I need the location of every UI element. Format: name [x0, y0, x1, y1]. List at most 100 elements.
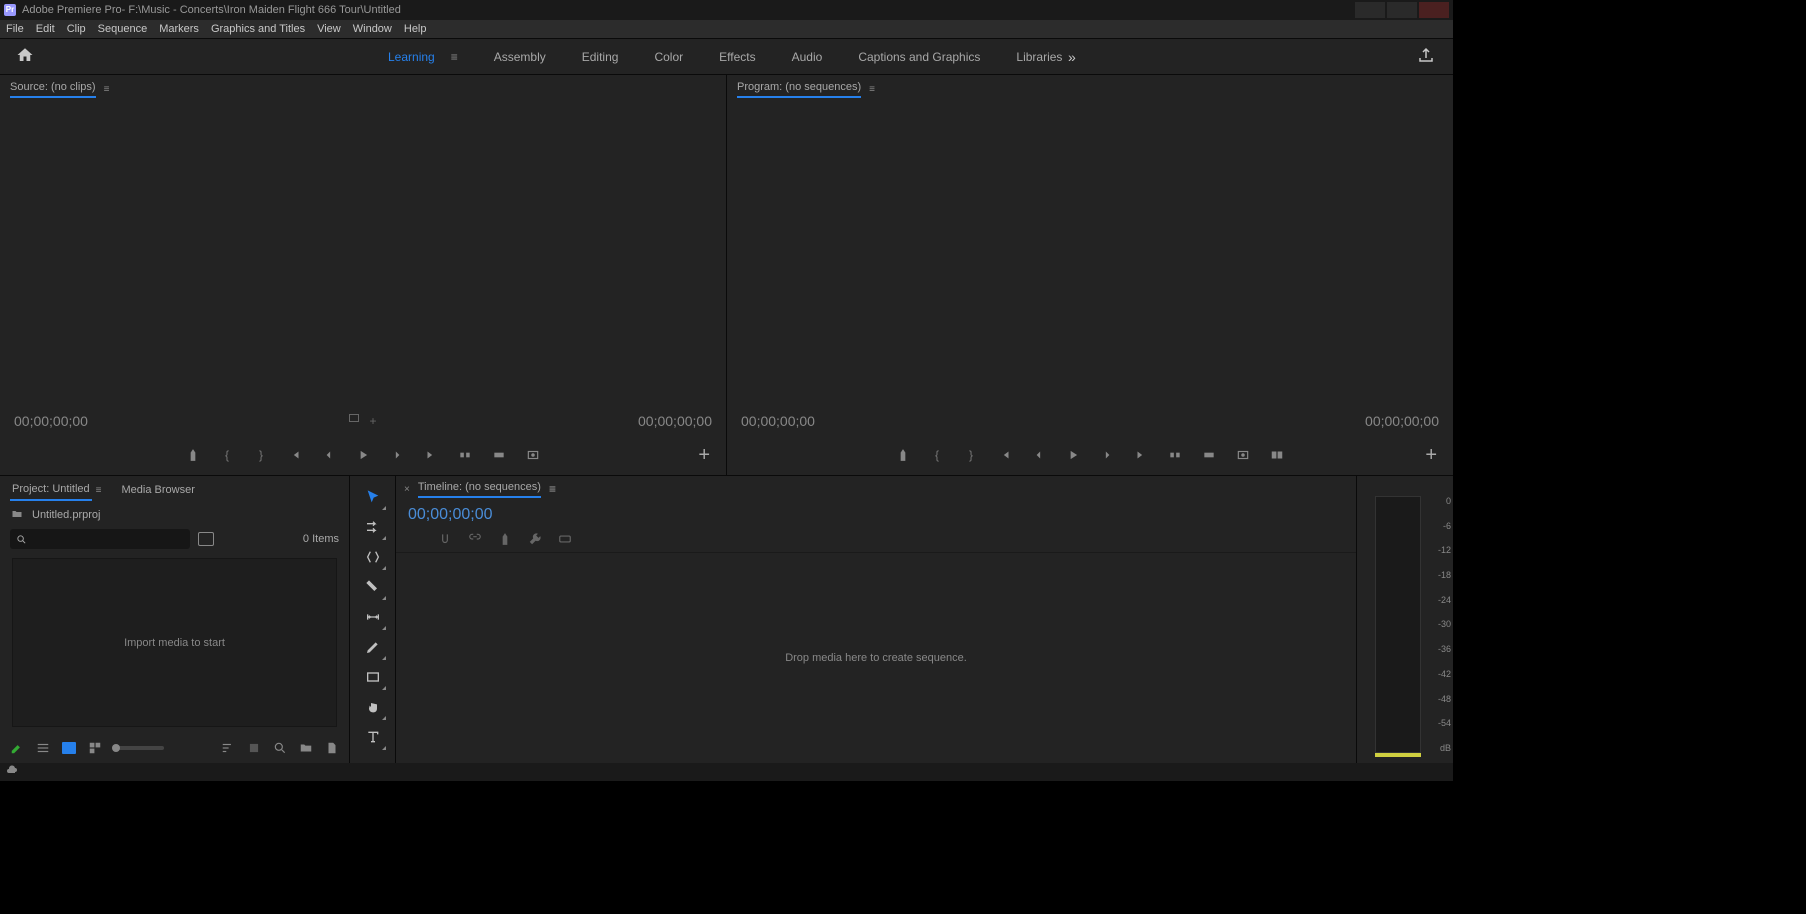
source-timecode-left[interactable]: 00;00;00;00: [14, 413, 88, 429]
new-bin-camera-icon[interactable]: [198, 532, 214, 546]
insert-sequence-icon[interactable]: [408, 532, 422, 549]
more-workspaces-icon[interactable]: »: [1068, 49, 1072, 65]
prog-play-icon[interactable]: [1065, 447, 1081, 463]
step-forward-icon[interactable]: [389, 447, 405, 463]
new-bin-icon[interactable]: [299, 741, 313, 755]
prog-step-forward-icon[interactable]: [1099, 447, 1115, 463]
timeline-panel-menu-icon[interactable]: ≡: [549, 482, 556, 496]
program-title[interactable]: Program: (no sequences): [737, 81, 861, 98]
menu-window[interactable]: Window: [353, 23, 392, 35]
find-icon[interactable]: [273, 741, 287, 755]
sort-icon[interactable]: [221, 741, 235, 755]
timeline-title[interactable]: Timeline: (no sequences): [418, 481, 541, 498]
timeline-close-icon[interactable]: ×: [404, 484, 410, 495]
share-button[interactable]: [1417, 46, 1435, 67]
fit-icon[interactable]: [349, 414, 359, 422]
prog-mark-out-icon[interactable]: }: [963, 447, 979, 463]
close-button[interactable]: [1419, 2, 1449, 18]
menubar: File Edit Clip Sequence Markers Graphics…: [0, 20, 1453, 39]
overwrite-icon[interactable]: [491, 447, 507, 463]
prog-go-to-out-icon[interactable]: [1133, 447, 1149, 463]
write-icon[interactable]: [10, 741, 24, 755]
new-item-icon[interactable]: [325, 741, 339, 755]
mark-out-icon[interactable]: }: [253, 447, 269, 463]
workspace-assembly[interactable]: Assembly: [494, 50, 546, 64]
prog-button-editor-plus-icon[interactable]: +: [1425, 444, 1437, 467]
linked-selection-icon[interactable]: [468, 532, 482, 549]
prog-step-back-icon[interactable]: [1031, 447, 1047, 463]
prog-lift-icon[interactable]: [1167, 447, 1183, 463]
program-panel-menu-icon[interactable]: ≡: [869, 84, 875, 95]
workspace-captions[interactable]: Captions and Graphics: [858, 50, 980, 64]
selection-tool[interactable]: [362, 486, 384, 508]
minimize-button[interactable]: [1355, 2, 1385, 18]
home-button[interactable]: [0, 46, 50, 67]
zoom-slider[interactable]: [114, 746, 164, 750]
timeline-timecode[interactable]: 00;00;00;00: [396, 502, 1356, 528]
menu-view[interactable]: View: [317, 23, 341, 35]
maximize-button[interactable]: [1387, 2, 1417, 18]
add-marker-tl-icon[interactable]: [498, 532, 512, 549]
workspace-learning[interactable]: Learning: [388, 50, 435, 64]
creative-cloud-icon[interactable]: [6, 765, 18, 780]
freeform-view-icon[interactable]: [88, 741, 102, 755]
zoom-slider-knob[interactable]: [112, 744, 120, 752]
workspace-libraries[interactable]: Libraries: [1016, 50, 1062, 64]
workspace-audio[interactable]: Audio: [792, 50, 823, 64]
prog-go-to-in-icon[interactable]: [997, 447, 1013, 463]
prog-compare-icon[interactable]: [1269, 447, 1285, 463]
menu-help[interactable]: Help: [404, 23, 427, 35]
automate-icon[interactable]: [247, 741, 261, 755]
settings-wrench-icon[interactable]: [528, 532, 542, 549]
menu-edit[interactable]: Edit: [36, 23, 55, 35]
timeline-body[interactable]: Drop media here to create sequence.: [396, 552, 1356, 763]
mark-in-icon[interactable]: {: [219, 447, 235, 463]
type-tool[interactable]: [362, 726, 384, 748]
slip-tool[interactable]: [362, 606, 384, 628]
hand-tool[interactable]: [362, 696, 384, 718]
tab-project[interactable]: Project: Untitled: [10, 479, 92, 501]
export-frame-icon[interactable]: [525, 447, 541, 463]
menu-file[interactable]: File: [6, 23, 24, 35]
program-header: Program: (no sequences) ≡: [727, 75, 1453, 103]
menu-sequence[interactable]: Sequence: [98, 23, 148, 35]
pen-tool[interactable]: [362, 636, 384, 658]
workspace-handle-icon[interactable]: ≡: [451, 50, 458, 64]
workspace-effects[interactable]: Effects: [719, 50, 755, 64]
add-marker-icon[interactable]: [185, 447, 201, 463]
prog-extract-icon[interactable]: [1201, 447, 1217, 463]
prog-export-frame-icon[interactable]: [1235, 447, 1251, 463]
go-to-out-icon[interactable]: [423, 447, 439, 463]
track-select-tool[interactable]: [362, 516, 384, 538]
ripple-edit-tool[interactable]: [362, 546, 384, 568]
project-body[interactable]: Import media to start: [12, 558, 337, 727]
snap-icon[interactable]: [438, 532, 452, 549]
rectangle-tool[interactable]: [362, 666, 384, 688]
project-tab-menu-icon[interactable]: ≡: [96, 485, 102, 496]
tab-media-browser[interactable]: Media Browser: [120, 480, 197, 500]
list-view-icon[interactable]: [36, 741, 50, 755]
statusbar: [0, 763, 1453, 781]
source-title[interactable]: Source: (no clips): [10, 81, 96, 98]
razor-tool[interactable]: [362, 576, 384, 598]
icon-view-icon[interactable]: [62, 742, 76, 754]
menu-graphics[interactable]: Graphics and Titles: [211, 23, 305, 35]
prog-mark-in-icon[interactable]: {: [929, 447, 945, 463]
play-icon[interactable]: [355, 447, 371, 463]
workspace-editing[interactable]: Editing: [582, 50, 619, 64]
step-back-icon[interactable]: [321, 447, 337, 463]
button-editor-plus-icon[interactable]: +: [698, 444, 710, 467]
source-panel-menu-icon[interactable]: ≡: [104, 84, 110, 95]
search-icon: [16, 534, 27, 545]
prog-add-marker-icon[interactable]: [895, 447, 911, 463]
go-to-in-icon[interactable]: [287, 447, 303, 463]
zoom-plus-icon[interactable]: +: [369, 414, 376, 428]
menu-clip[interactable]: Clip: [67, 23, 86, 35]
program-timecode-left[interactable]: 00;00;00;00: [741, 413, 815, 429]
workspace-color[interactable]: Color: [654, 50, 683, 64]
insert-icon[interactable]: [457, 447, 473, 463]
menu-markers[interactable]: Markers: [159, 23, 199, 35]
caption-track-icon[interactable]: [558, 532, 572, 549]
source-viewport: [0, 103, 726, 407]
project-search-input[interactable]: [10, 529, 190, 549]
